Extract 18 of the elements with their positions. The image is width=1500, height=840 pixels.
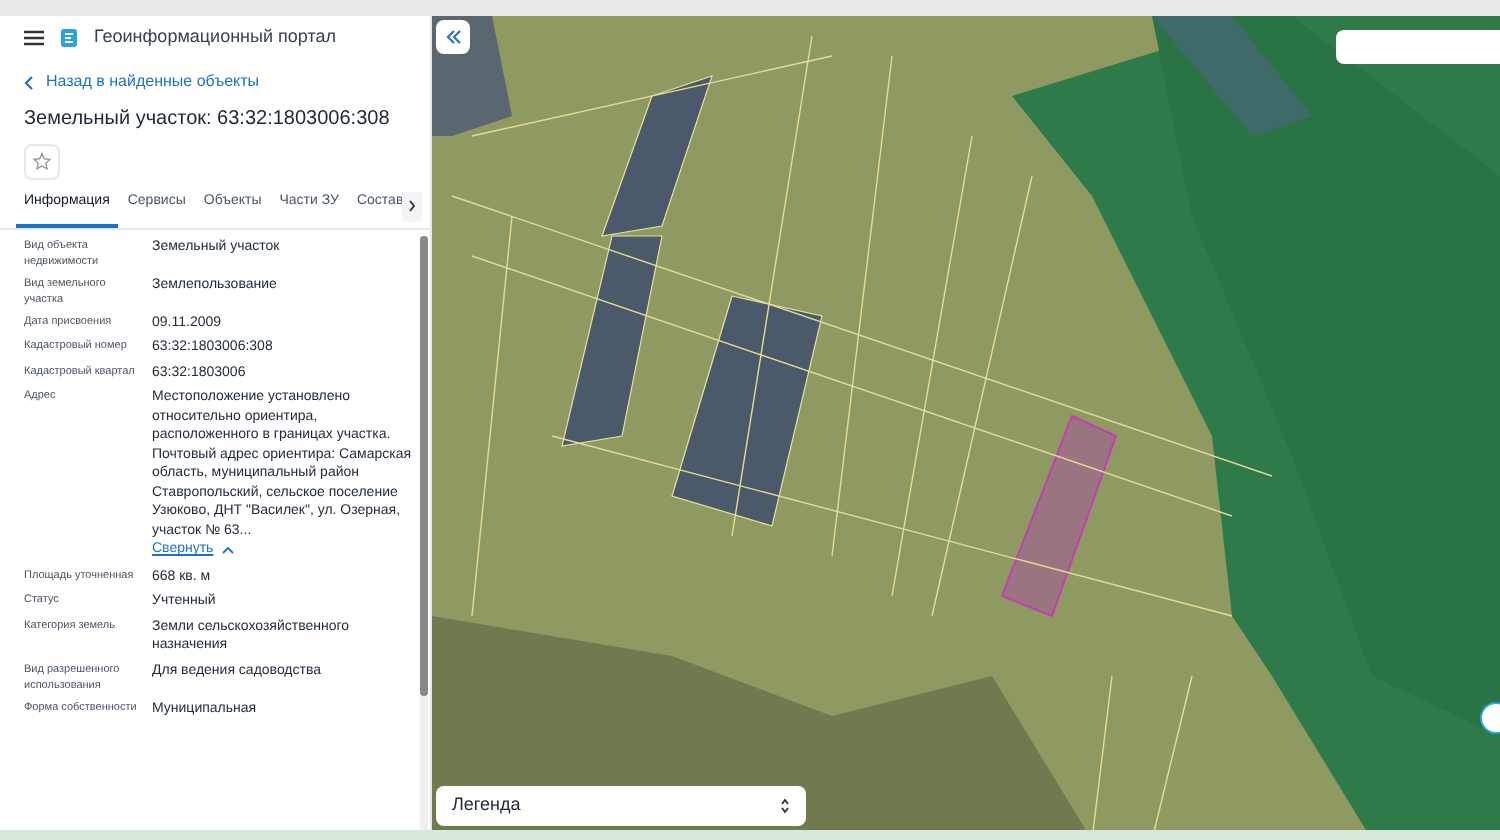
object-title: Земельный участок: 63:32:1803006:308 [22,106,392,134]
chevron-right-icon [408,200,417,212]
collapse-panel-button[interactable] [436,20,470,54]
portal-logo-icon [60,28,78,48]
back-link[interactable]: Назад в найденные объекты [46,70,260,94]
map-view[interactable]: Легенда [432,16,1500,830]
favorite-button[interactable] [24,144,60,180]
star-icon [32,152,52,172]
menu-icon[interactable] [24,30,44,46]
chevron-up-icon [221,546,234,555]
legend-dropdown[interactable]: Легенда [436,786,806,826]
app-title: Геоинформационный портал [94,24,336,51]
up-down-caret-icon [780,798,790,814]
tabs-scroll-button[interactable] [402,191,422,221]
double-chevron-left-icon [445,30,461,44]
scrollbar[interactable] [420,235,428,830]
back-icon [24,75,34,89]
search-field[interactable] [1336,30,1500,64]
